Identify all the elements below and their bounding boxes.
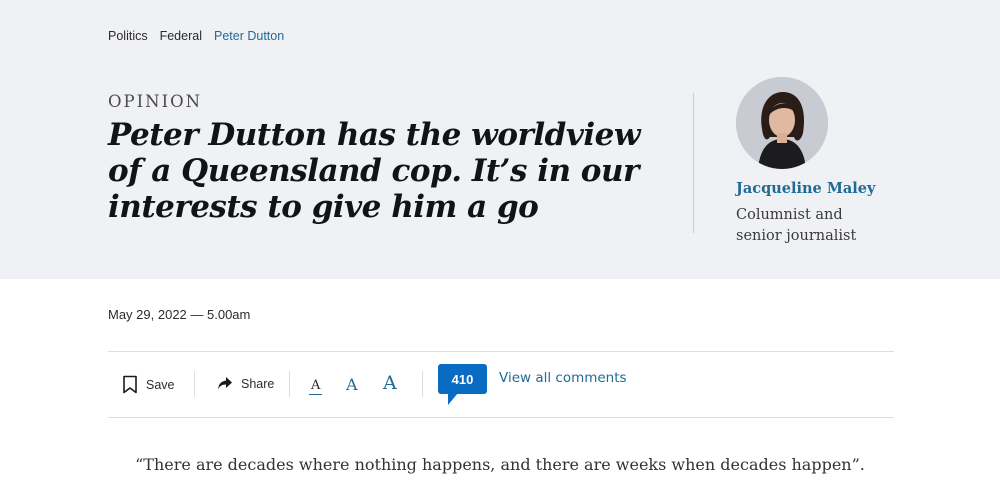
- save-button[interactable]: Save: [122, 375, 175, 394]
- breadcrumb-federal[interactable]: Federal: [160, 29, 202, 43]
- toolbar-divider-top: [108, 351, 894, 352]
- author-avatar[interactable]: [736, 77, 828, 169]
- share-label: Share: [241, 376, 275, 391]
- share-arrow-icon: [218, 377, 232, 390]
- header-divider: [693, 93, 694, 233]
- publish-date: May 29, 2022 — 5.00am: [108, 307, 251, 322]
- breadcrumb-peter-dutton[interactable]: Peter Dutton: [214, 29, 284, 43]
- opinion-label: OPINION: [108, 92, 203, 111]
- toolbar-separator: [422, 371, 423, 397]
- font-size-medium-button[interactable]: A: [346, 375, 358, 394]
- font-size-small-button[interactable]: A: [309, 378, 323, 395]
- bookmark-icon: [123, 375, 137, 394]
- headline: Peter Dutton has the worldview of a Quee…: [108, 117, 641, 225]
- comment-count-badge[interactable]: 410: [438, 364, 487, 394]
- toolbar-separator: [289, 371, 290, 397]
- speech-bubble-tail-icon: [448, 393, 458, 405]
- view-comments-link[interactable]: View all comments: [499, 370, 627, 386]
- author-photo: [736, 77, 828, 169]
- save-label: Save: [146, 377, 175, 392]
- author-name[interactable]: Jacqueline Maley: [736, 180, 875, 197]
- article-opening-quote: “There are decades where nothing happens…: [135, 455, 865, 474]
- share-button[interactable]: Share: [217, 376, 274, 391]
- toolbar-divider-bottom: [108, 417, 894, 418]
- breadcrumb-politics[interactable]: Politics: [108, 29, 148, 43]
- toolbar-separator: [194, 371, 195, 397]
- breadcrumb: Politics Federal Peter Dutton: [108, 29, 284, 43]
- font-size-large-button[interactable]: A: [383, 372, 397, 394]
- author-role: Columnist and senior journalist: [736, 207, 857, 244]
